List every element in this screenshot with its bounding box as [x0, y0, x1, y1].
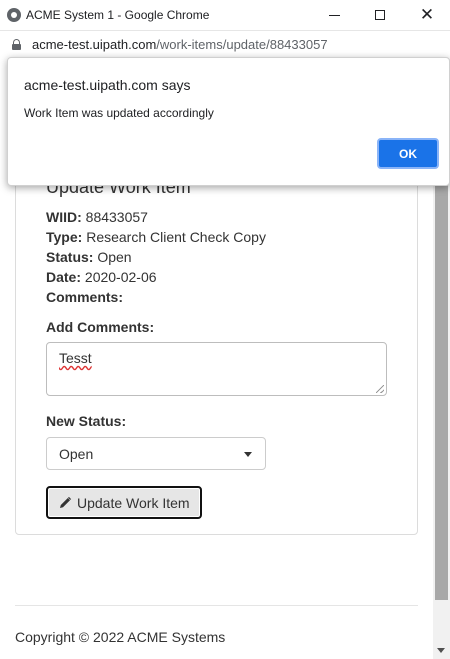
lock-icon[interactable] — [12, 39, 21, 50]
new-status-select[interactable]: Open — [46, 437, 266, 470]
new-status-selected: Open — [59, 446, 94, 462]
pencil-icon — [60, 496, 72, 508]
add-comments-value: Tesst — [59, 350, 92, 366]
update-work-item-card: Update Work Item WIID: 88433057 Type: Re… — [15, 159, 418, 535]
close-window-button[interactable]: ✕ — [416, 4, 438, 26]
scroll-down-icon[interactable] — [437, 648, 445, 653]
update-button-label: Update Work Item — [77, 494, 190, 511]
status-value: Open — [97, 249, 132, 265]
date-label: Date: — [46, 269, 82, 285]
url-host: acme-test.uipath.com — [32, 37, 157, 52]
window-titlebar: ACME System 1 - Google Chrome ✕ — [0, 0, 450, 31]
ok-button[interactable]: OK — [377, 138, 439, 169]
new-status-label: New Status: — [46, 413, 127, 429]
status-row: Status: Open — [46, 249, 132, 265]
wiid-label: WIID: — [46, 209, 82, 225]
url-text[interactable]: acme-test.uipath.com/work-items/update/8… — [32, 37, 328, 52]
minimize-icon — [328, 14, 340, 16]
caret-down-icon — [244, 452, 252, 457]
resize-grip-icon[interactable] — [376, 385, 384, 393]
url-path: /work-items/update/88433057 — [156, 37, 328, 52]
footer-divider — [15, 605, 418, 606]
update-work-item-button[interactable]: Update Work Item — [46, 486, 202, 519]
type-value: Research Client Check Copy — [86, 229, 266, 245]
comments-label: Comments: — [46, 289, 124, 305]
dialog-title: acme-test.uipath.com says — [24, 77, 191, 93]
type-label: Type: — [46, 229, 83, 245]
type-row: Type: Research Client Check Copy — [46, 229, 266, 245]
alert-dialog: acme-test.uipath.com says Work Item was … — [7, 57, 450, 186]
wiid-value: 88433057 — [85, 209, 148, 225]
comments-row: Comments: — [46, 289, 123, 305]
minimize-button[interactable] — [323, 4, 345, 26]
address-bar[interactable]: acme-test.uipath.com/work-items/update/8… — [0, 31, 450, 59]
add-comments-label: Add Comments: — [46, 319, 155, 335]
dialog-message: Work Item was updated accordingly — [24, 106, 214, 120]
window-title: ACME System 1 - Google Chrome — [26, 8, 210, 22]
close-icon: ✕ — [419, 5, 435, 24]
chrome-icon — [7, 8, 21, 22]
date-value: 2020-02-06 — [84, 269, 157, 285]
wiid-row: WIID: 88433057 — [46, 209, 148, 225]
date-row: Date: 2020-02-06 — [46, 269, 157, 285]
footer-copyright: Copyright © 2022 ACME Systems — [15, 629, 226, 645]
status-label: Status: — [46, 249, 94, 265]
maximize-icon — [375, 10, 385, 20]
add-comments-textarea[interactable]: Tesst — [46, 342, 387, 396]
maximize-button[interactable] — [369, 4, 391, 26]
